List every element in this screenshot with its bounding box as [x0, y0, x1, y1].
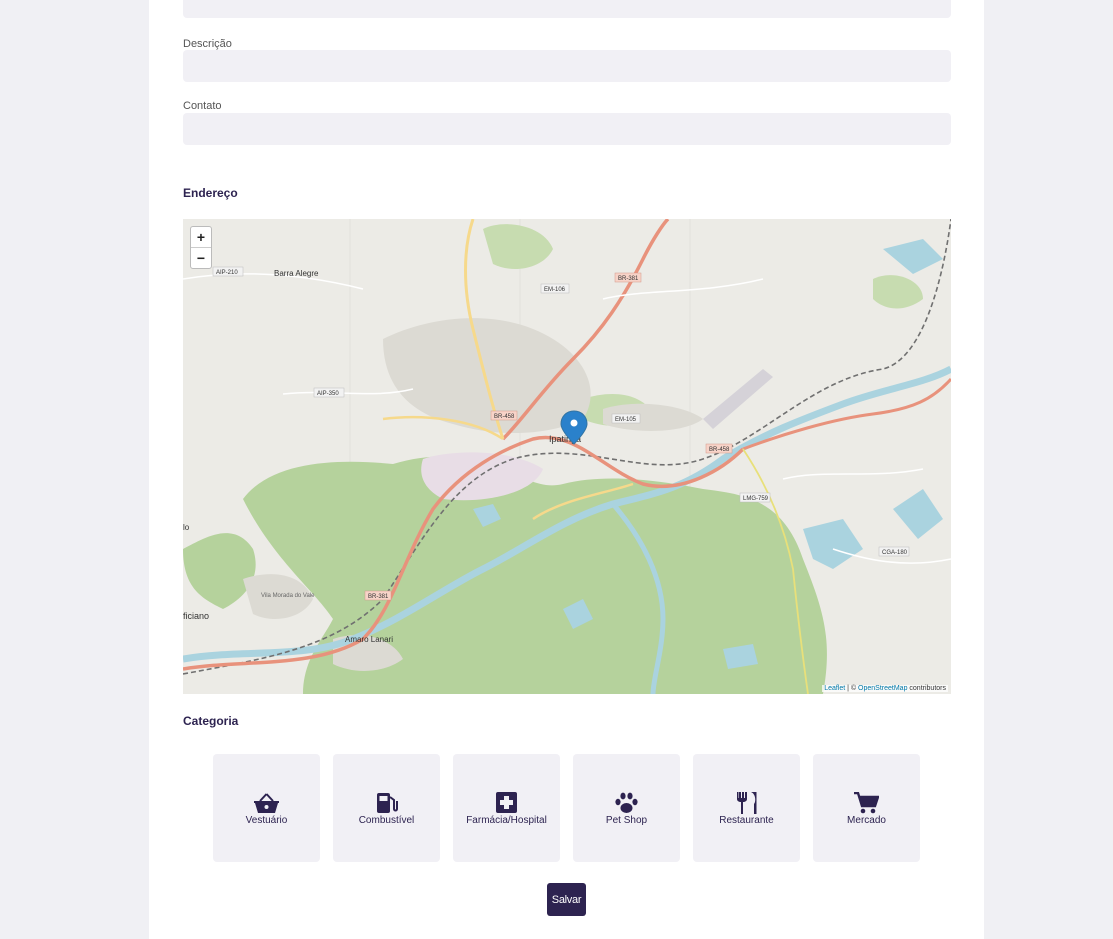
paw-icon [615, 792, 638, 813]
categoria-title: Categoria [183, 714, 239, 728]
medical-cross-icon [496, 792, 517, 813]
road-aip350: AIP-350 [317, 391, 339, 397]
road-br458-right: BR-458 [709, 447, 730, 453]
zoom-control: + − [190, 226, 212, 269]
zoom-in-button[interactable]: + [191, 227, 211, 247]
road-br381-bottom: BR-381 [368, 594, 389, 600]
road-em106: EM-106 [544, 287, 566, 293]
category-label: Mercado [847, 815, 886, 826]
category-combustivel[interactable]: Combustível [333, 754, 440, 862]
descricao-field[interactable] [183, 50, 951, 82]
place-lo: lo [183, 523, 190, 532]
place-vila-morada: Vila Morada do Vale [261, 593, 315, 599]
leaflet-link[interactable]: Leaflet [824, 685, 845, 692]
map-tiles[interactable]: Barra Alegre Ipatinga Amaro Lanari ficia… [183, 219, 951, 694]
attribution-separator: | © [845, 685, 859, 692]
utensils-icon [737, 792, 757, 814]
category-restaurante[interactable]: Restaurante [693, 754, 800, 862]
road-lmg759: LMG-759 [743, 496, 769, 502]
road-em105: EM-105 [615, 417, 637, 423]
zoom-out-button[interactable]: − [191, 247, 211, 268]
category-label: Farmácia/Hospital [466, 815, 547, 826]
road-br458-left: BR-458 [494, 414, 515, 420]
road-br381-top: BR-381 [618, 276, 639, 282]
endereco-title: Endereço [183, 186, 238, 200]
address-map[interactable]: Barra Alegre Ipatinga Amaro Lanari ficia… [183, 219, 951, 694]
place-timoteo: ficiano [183, 611, 209, 621]
category-label: Vestuário [245, 815, 288, 826]
contato-field[interactable] [183, 113, 951, 145]
category-farmacia[interactable]: Farmácia/Hospital [453, 754, 560, 862]
attribution-suffix: contributors [907, 685, 946, 692]
category-vestuario[interactable]: Vestuário [213, 754, 320, 862]
osm-link[interactable]: OpenStreetMap [858, 685, 907, 692]
map-attribution: Leaflet | © OpenStreetMap contributors [822, 685, 948, 692]
save-button[interactable]: Salvar [547, 883, 586, 916]
road-aip210: AIP-210 [216, 270, 238, 276]
basket-icon [254, 793, 279, 813]
place-amaro-lanari: Amaro Lanari [345, 635, 393, 644]
category-label: Combustível [358, 815, 415, 826]
road-cga180: CGA-180 [882, 550, 908, 556]
place-barra-alegre: Barra Alegre [274, 269, 319, 278]
contato-label: Contato [183, 100, 222, 112]
nome-field[interactable] [183, 0, 951, 18]
cart-icon [854, 792, 879, 814]
descricao-label: Descrição [183, 38, 232, 50]
category-mercado[interactable]: Mercado [813, 754, 920, 862]
category-label: Restaurante [719, 815, 774, 826]
gas-pump-icon [377, 793, 398, 813]
category-label: Pet Shop [605, 815, 648, 826]
category-pet-shop[interactable]: Pet Shop [573, 754, 680, 862]
